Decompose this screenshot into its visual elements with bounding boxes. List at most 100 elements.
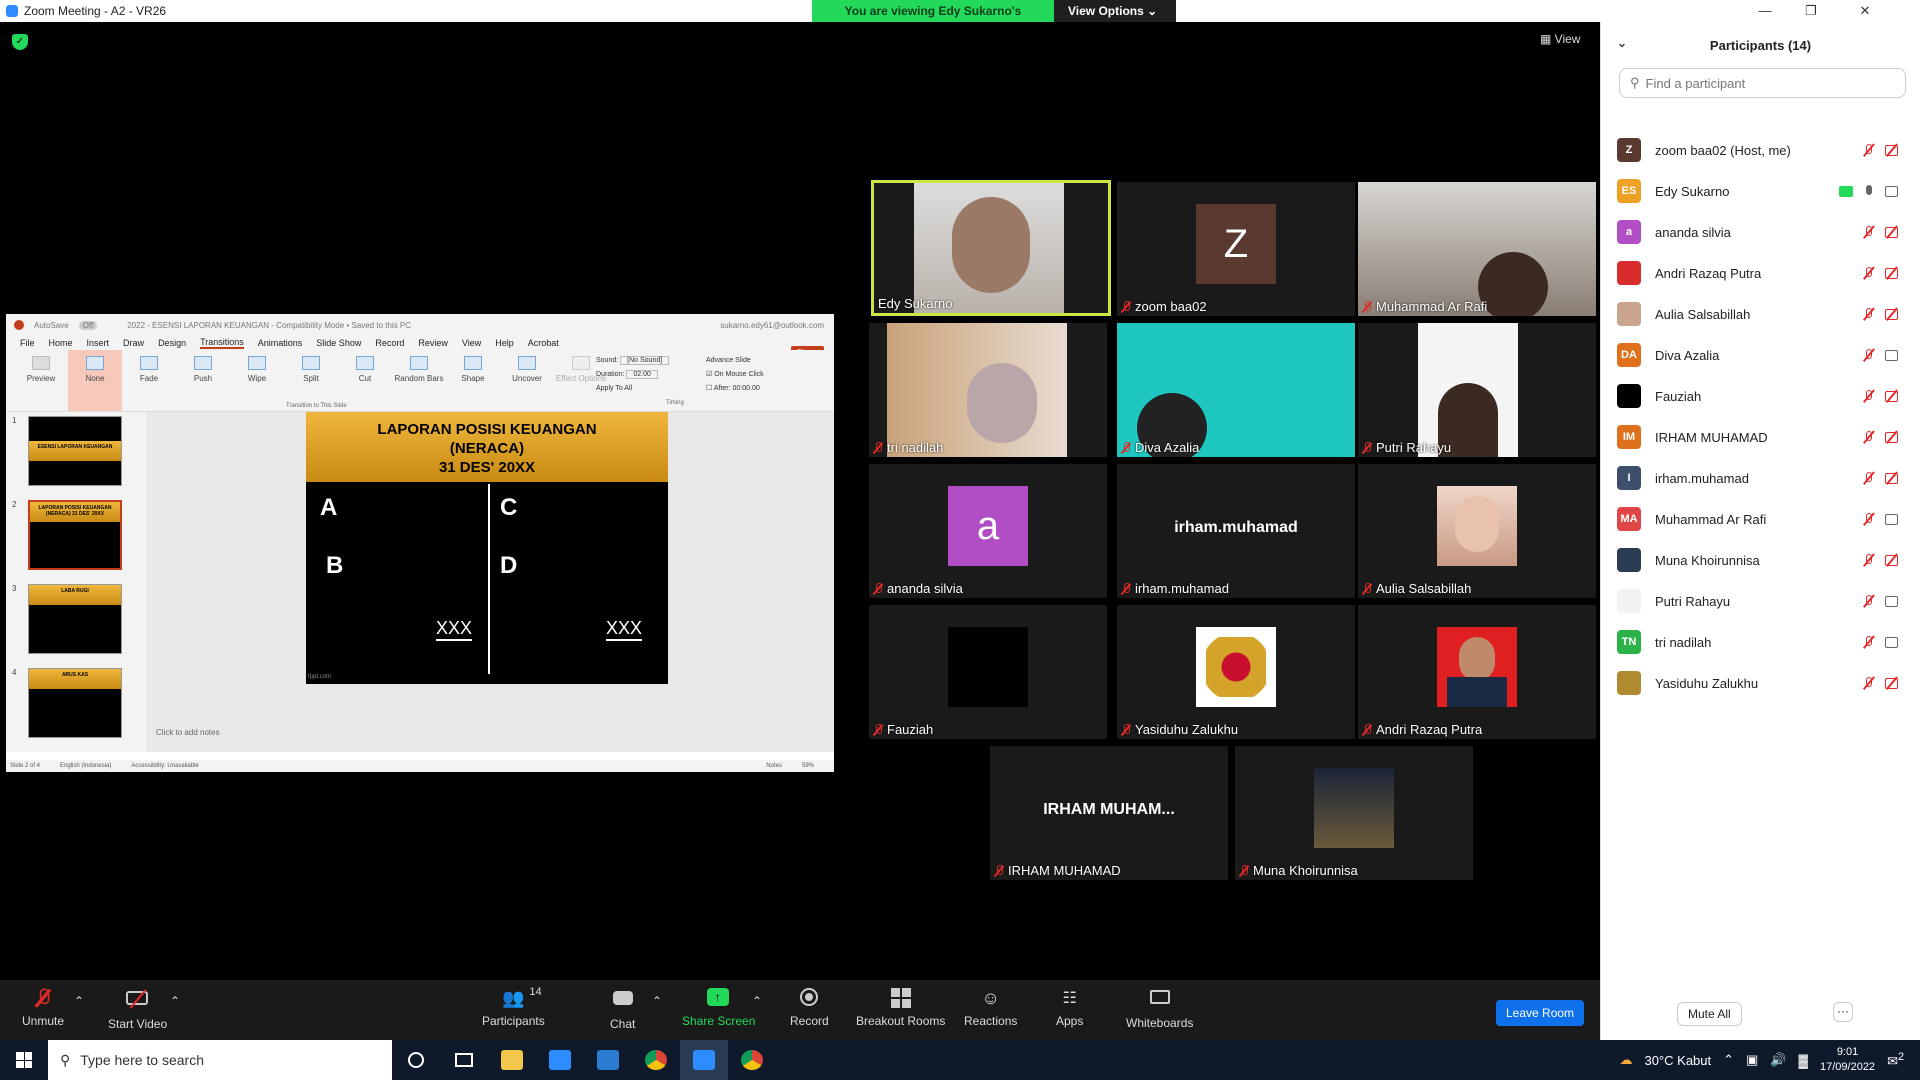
- transition-push[interactable]: Push: [176, 350, 230, 411]
- after-checkbox[interactable]: ☐ After: 00:00.00: [706, 382, 764, 396]
- video-off-icon[interactable]: [1885, 226, 1903, 238]
- video-icon[interactable]: [1885, 513, 1903, 525]
- volume-icon[interactable]: 🔊: [1770, 1052, 1786, 1068]
- participant-row[interactable]: DA Diva Azalia: [1617, 335, 1907, 375]
- muted-mic-icon[interactable]: [1863, 266, 1875, 280]
- video-tile[interactable]: Andri Razaq Putra: [1358, 605, 1596, 739]
- close-icon[interactable]: ✕: [1850, 2, 1880, 20]
- cortana-icon[interactable]: [392, 1040, 440, 1080]
- video-tile[interactable]: Putri Rahayu: [1358, 323, 1596, 457]
- meet-now-icon[interactable]: ▣: [1746, 1052, 1758, 1068]
- on-mouse-click-checkbox[interactable]: ☑ On Mouse Click: [706, 368, 764, 382]
- apps-button[interactable]: ☷ Apps: [1056, 988, 1083, 1028]
- slide-thumb-3[interactable]: LABA RUGI: [28, 584, 122, 654]
- after-value[interactable]: 00:00.00: [733, 385, 760, 392]
- muted-mic-icon[interactable]: [1863, 143, 1875, 157]
- menu-animations[interactable]: Animations: [258, 338, 303, 348]
- participant-row[interactable]: Zzoom baa02 (Host, me): [1617, 130, 1907, 170]
- menu-design[interactable]: Design: [158, 338, 186, 348]
- video-tile[interactable]: tri nadilah: [869, 323, 1107, 457]
- video-off-icon[interactable]: [1885, 267, 1903, 279]
- video-icon[interactable]: [1885, 349, 1903, 361]
- share-screen-button[interactable]: ↑ Share Screen: [682, 988, 755, 1028]
- participant-row[interactable]: Muna Khoirunnisa: [1617, 540, 1907, 580]
- unmute-button[interactable]: Unmute: [22, 988, 64, 1028]
- menu-help[interactable]: Help: [495, 338, 514, 348]
- menu-slide-show[interactable]: Slide Show: [316, 338, 361, 348]
- participant-row[interactable]: a ananda silvia: [1617, 212, 1907, 252]
- video-tile[interactable]: Diva Azalia: [1117, 323, 1355, 457]
- weather-label[interactable]: 30°C Kabut: [1644, 1053, 1711, 1068]
- taskbar-search-box[interactable]: ⚲ Type here to search: [48, 1040, 392, 1080]
- zoom-taskbar-icon[interactable]: [680, 1040, 728, 1080]
- notes-placeholder[interactable]: Click to add notes: [156, 728, 220, 737]
- duration-input[interactable]: 02.00: [626, 370, 658, 379]
- muted-mic-icon[interactable]: [1863, 471, 1875, 485]
- video-tile[interactable]: Fauziah: [869, 605, 1107, 739]
- participants-button[interactable]: 👥 14 Participants: [482, 986, 545, 1028]
- video-options-caret[interactable]: ⌃: [170, 994, 180, 1008]
- restore-icon[interactable]: ❐: [1796, 2, 1826, 20]
- muted-mic-icon[interactable]: [1863, 348, 1875, 362]
- video-tile[interactable]: Muna Khoirunnisa: [1235, 746, 1473, 880]
- zoom-level[interactable]: 59%: [802, 763, 814, 769]
- chat-button[interactable]: Chat: [610, 988, 635, 1031]
- mail-icon[interactable]: [584, 1040, 632, 1080]
- transition-none[interactable]: None: [68, 350, 122, 411]
- menu-review[interactable]: Review: [418, 338, 448, 348]
- reactions-button[interactable]: ☺ Reactions: [964, 988, 1017, 1028]
- video-off-icon[interactable]: [1885, 677, 1903, 689]
- autosave-toggle[interactable]: Off: [78, 320, 98, 330]
- participant-row[interactable]: Fauziah: [1617, 376, 1907, 416]
- menu-file[interactable]: File: [20, 338, 35, 348]
- shared-screen[interactable]: AutoSave Off 2022 - ESENSI LAPORAN KEUAN…: [6, 314, 834, 772]
- transition-split[interactable]: Split: [284, 350, 338, 411]
- slide-thumb-1[interactable]: ESENSI LAPORAN KEUANGAN: [28, 416, 122, 486]
- store-icon[interactable]: [536, 1040, 584, 1080]
- mic-icon[interactable]: [1863, 184, 1875, 198]
- video-tile[interactable]: Z zoom baa02: [1117, 182, 1355, 316]
- video-off-icon[interactable]: [1885, 472, 1903, 484]
- participant-row[interactable]: Andri Razaq Putra: [1617, 253, 1907, 293]
- video-tile[interactable]: Yasiduhu Zalukhu: [1117, 605, 1355, 739]
- file-explorer-icon[interactable]: [488, 1040, 536, 1080]
- transition-shape[interactable]: Shape: [446, 350, 500, 411]
- breakout-rooms-button[interactable]: Breakout Rooms: [856, 988, 945, 1028]
- menu-insert[interactable]: Insert: [87, 338, 110, 348]
- view-options-button[interactable]: View Options ⌄: [1054, 0, 1176, 22]
- participant-row[interactable]: Putri Rahayu: [1617, 581, 1907, 621]
- video-off-icon[interactable]: [1885, 431, 1903, 443]
- preview-button[interactable]: Preview: [14, 350, 68, 411]
- muted-mic-icon[interactable]: [1863, 676, 1875, 690]
- apply-to-all-button[interactable]: Apply To All: [596, 382, 684, 396]
- view-button[interactable]: ▦ View: [1540, 32, 1580, 46]
- participant-row[interactable]: MA Muhammad Ar Rafi: [1617, 499, 1907, 539]
- muted-mic-icon[interactable]: [1863, 635, 1875, 649]
- muted-mic-icon[interactable]: [1863, 307, 1875, 321]
- chrome-icon-2[interactable]: [728, 1040, 776, 1080]
- video-tile-active[interactable]: Edy Sukarno: [871, 180, 1111, 316]
- sound-select[interactable]: [No Sound]: [620, 356, 670, 365]
- share-options-caret[interactable]: ⌃: [752, 994, 762, 1008]
- participant-search-input[interactable]: ⚲ Find a participant: [1619, 68, 1906, 98]
- more-options-button[interactable]: ···: [1833, 1002, 1853, 1022]
- video-tile[interactable]: IRHAM MUHAM... IRHAM MUHAMAD: [990, 746, 1228, 880]
- current-slide[interactable]: LAPORAN POSISI KEUANGAN (NERACA) 31 DES'…: [306, 412, 668, 684]
- mute-all-button[interactable]: Mute All: [1677, 1002, 1742, 1026]
- muted-mic-icon[interactable]: [1863, 512, 1875, 526]
- participant-row[interactable]: TN tri nadilah: [1617, 622, 1907, 662]
- muted-mic-icon[interactable]: [1863, 430, 1875, 444]
- muted-mic-icon[interactable]: [1863, 594, 1875, 608]
- task-view-icon[interactable]: [440, 1040, 488, 1080]
- menu-acrobat[interactable]: Acrobat: [528, 338, 559, 348]
- transition-uncover[interactable]: Uncover: [500, 350, 554, 411]
- menu-record[interactable]: Record: [375, 338, 404, 348]
- chat-options-caret[interactable]: ⌃: [652, 994, 662, 1008]
- video-tile[interactable]: Aulia Salsabillah: [1358, 464, 1596, 598]
- slide-thumb-4[interactable]: ARUS KAS: [28, 668, 122, 738]
- participant-row[interactable]: ES Edy Sukarno: [1617, 171, 1907, 211]
- transition-cut[interactable]: Cut: [338, 350, 392, 411]
- muted-mic-icon[interactable]: [1863, 553, 1875, 567]
- encryption-shield-icon[interactable]: ✓: [12, 34, 28, 50]
- menu-home[interactable]: Home: [49, 338, 73, 348]
